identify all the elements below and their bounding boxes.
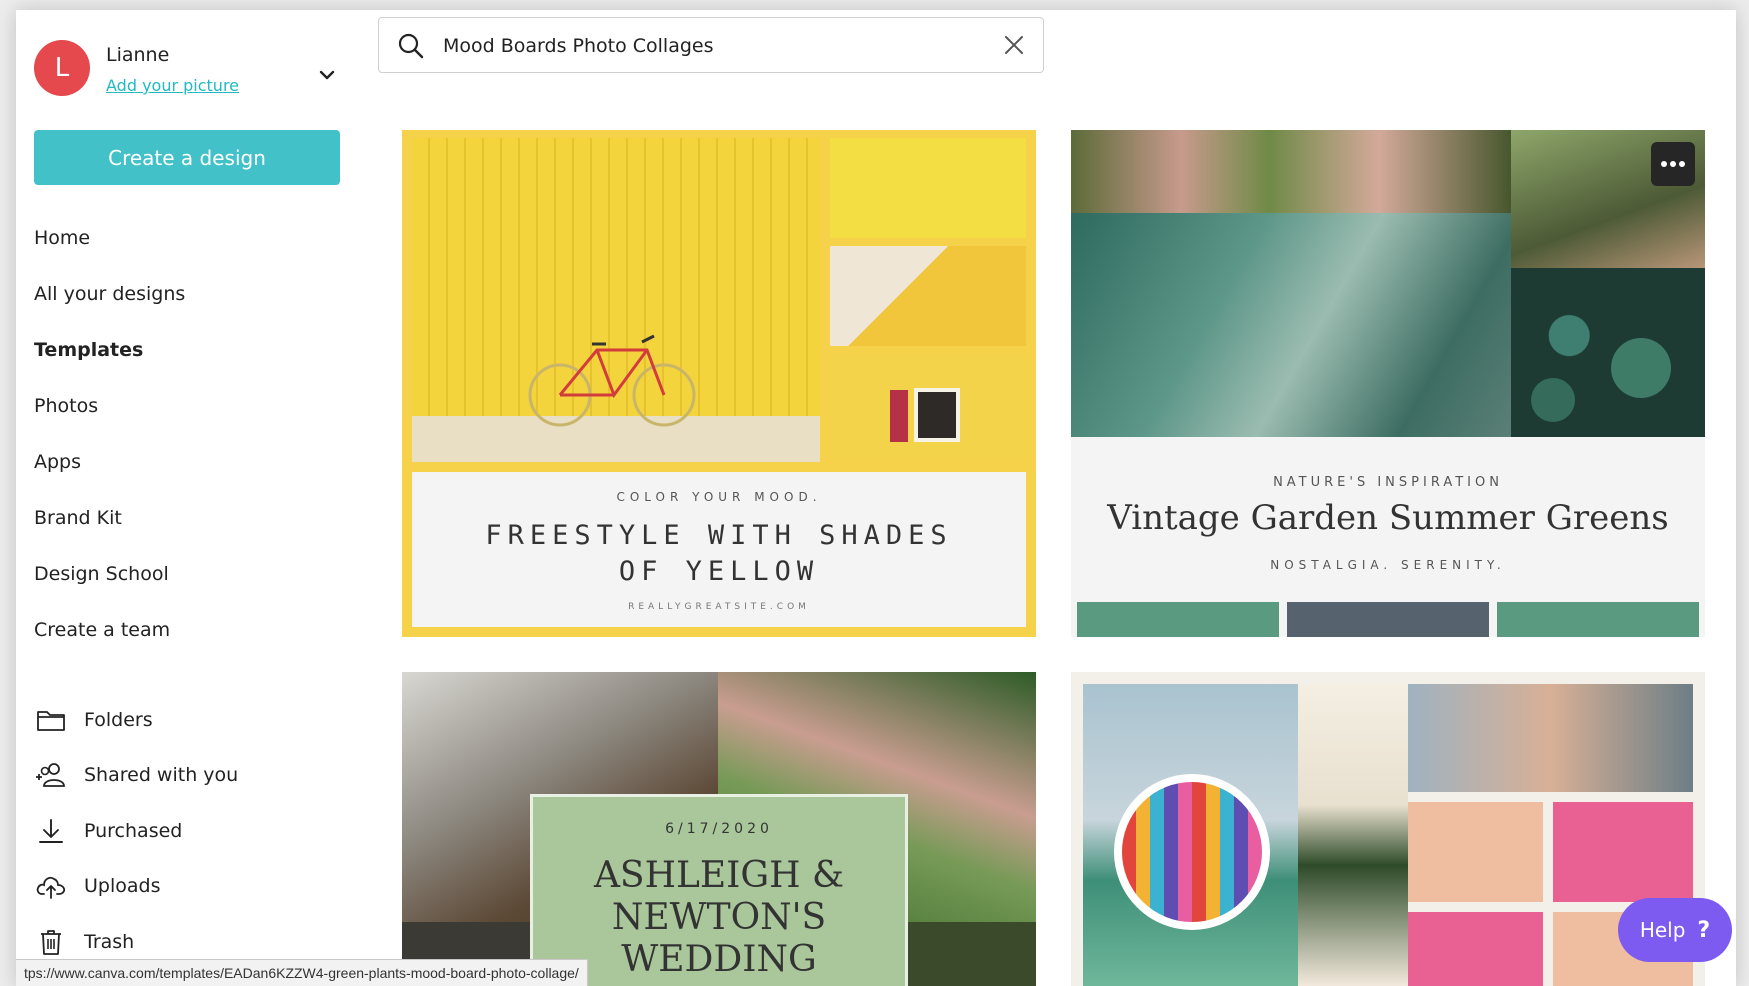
- sidebar-item-templates[interactable]: Templates: [34, 322, 340, 378]
- pine-hands-photo: [1071, 130, 1511, 213]
- swatch-peach: [1408, 802, 1543, 902]
- sunglasses-woman-photo: [1408, 684, 1693, 792]
- wave-photo: [1071, 213, 1511, 437]
- search-input[interactable]: [441, 28, 985, 64]
- sidebar-item-label: Shared with you: [84, 764, 239, 787]
- monstera-photo: [1298, 684, 1408, 986]
- add-picture-link[interactable]: Add your picture: [106, 76, 239, 95]
- swatch-pink: [1553, 802, 1693, 902]
- trash-icon: [34, 928, 68, 956]
- caption-kicker: NATURE'S INSPIRATION: [1273, 475, 1503, 490]
- more-dots-icon: [1661, 161, 1685, 167]
- sidebar-item-purchased[interactable]: Purchased: [34, 803, 340, 859]
- swatch-slate: [1287, 602, 1489, 637]
- status-bar-url: tps://www.canva.com/templates/EADan6KZZW…: [16, 959, 588, 986]
- bicycle-image: [528, 334, 696, 427]
- sidebar-item-create-team[interactable]: Create a team: [34, 602, 340, 658]
- caption-title: Vintage Garden Summer Greens: [1107, 498, 1669, 538]
- help-button[interactable]: Help ?: [1618, 898, 1732, 962]
- caption-kicker: COLOR YOUR MOOD.: [616, 490, 822, 504]
- shared-users-icon: [34, 761, 68, 789]
- template-card-yellow[interactable]: COLOR YOUR MOOD. FREESTYLE WITH SHADES O…: [402, 130, 1036, 637]
- more-options-button[interactable]: [1651, 142, 1695, 186]
- sidebar-nav: Home All your designs Templates Photos A…: [34, 210, 340, 658]
- sidebar-item-design-school[interactable]: Design School: [34, 546, 340, 602]
- download-icon: [34, 817, 68, 845]
- swatch-green: [1077, 602, 1279, 637]
- search-icon: [398, 33, 424, 59]
- yellow-house-photo: [830, 354, 1026, 460]
- sidebar-item-label: Trash: [84, 930, 135, 953]
- app-window: L Lianne Add your picture Create a desig…: [16, 10, 1736, 986]
- sidebar-item-label: Purchased: [84, 819, 183, 842]
- avatar-initial: L: [54, 53, 70, 83]
- sidebar-item-apps[interactable]: Apps: [34, 434, 340, 490]
- clear-search-icon[interactable]: [1003, 34, 1025, 56]
- sidebar-item-all-designs[interactable]: All your designs: [34, 266, 340, 322]
- sidebar-item-uploads[interactable]: Uploads: [34, 859, 340, 915]
- question-icon: ?: [1697, 917, 1711, 943]
- swatch-green: [1497, 602, 1699, 637]
- template-card-colorful[interactable]: [1071, 672, 1705, 986]
- caption-title: FREESTYLE WITH SHADES OF YELLOW: [485, 520, 953, 587]
- wedding-title: ASHLEIGH & NEWTON'S WEDDING: [593, 855, 845, 980]
- swatch-pink: [1408, 912, 1543, 986]
- wedding-card-panel: 6/17/2020 ASHLEIGH & NEWTON'S WEDDING: [530, 794, 908, 986]
- sidebar-item-label: Folders: [84, 708, 153, 731]
- search-bar: [378, 17, 1044, 73]
- create-design-button[interactable]: Create a design: [34, 130, 340, 185]
- folder-icon: [34, 706, 68, 734]
- yellow-chair-photo: [830, 246, 1026, 346]
- chevron-down-icon[interactable]: [316, 64, 338, 86]
- beach-towel-circle-photo: [1114, 774, 1270, 930]
- caption-site: REALLYGREATSITE.COM: [628, 602, 810, 612]
- template-card-wedding[interactable]: 6/17/2020 ASHLEIGH & NEWTON'S WEDDING: [402, 672, 1036, 986]
- caption-sub: NOSTALGIA. SERENITY.: [1270, 558, 1506, 572]
- sidebar: L Lianne Add your picture Create a desig…: [16, 10, 356, 986]
- avatar[interactable]: L: [34, 40, 90, 96]
- sidebar-item-home[interactable]: Home: [34, 210, 340, 266]
- sidebar-item-folders[interactable]: Folders: [34, 692, 340, 748]
- user-name: Lianne: [106, 44, 170, 66]
- sidebar-item-shared[interactable]: Shared with you: [34, 748, 340, 804]
- sidebar-item-photos[interactable]: Photos: [34, 378, 340, 434]
- sidebar-item-brand-kit[interactable]: Brand Kit: [34, 490, 340, 546]
- succulents-photo: [1511, 268, 1705, 437]
- yellow-card-caption: COLOR YOUR MOOD. FREESTYLE WITH SHADES O…: [412, 472, 1026, 627]
- wedding-date: 6/17/2020: [665, 821, 773, 837]
- cloud-upload-icon: [34, 872, 68, 900]
- yellow-sky-photo: [830, 138, 1026, 238]
- sidebar-secondary: Folders Shared with you Purchased Upload…: [34, 692, 340, 970]
- template-card-garden[interactable]: NATURE'S INSPIRATION Vintage Garden Summ…: [1071, 130, 1705, 637]
- sidebar-item-label: Uploads: [84, 875, 161, 898]
- help-label: Help: [1639, 918, 1686, 942]
